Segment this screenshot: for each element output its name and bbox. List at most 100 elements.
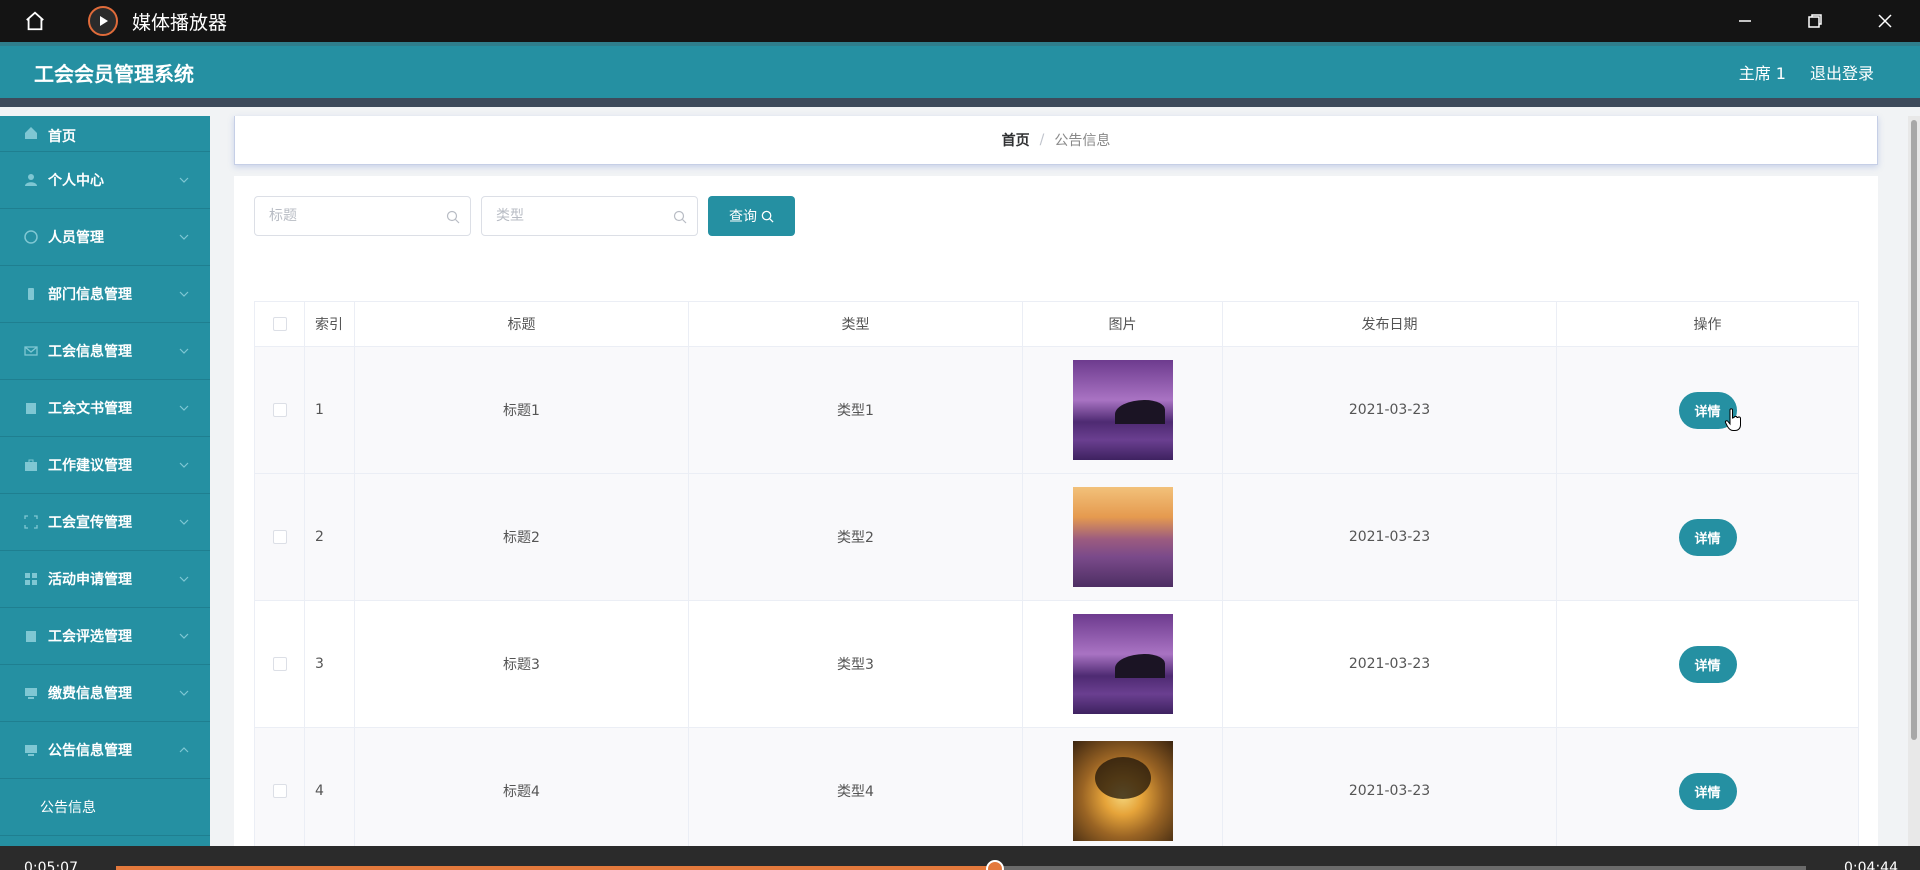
row-checkbox[interactable]: [272, 657, 287, 671]
row-date: 2021-03-23: [1222, 600, 1557, 728]
detail-button[interactable]: 详情: [1678, 518, 1737, 556]
row-image-cell: [1022, 346, 1223, 474]
breadcrumb: 首页 / 公告信息: [234, 116, 1878, 165]
row-action-cell: 详情: [1556, 473, 1859, 601]
table-row: 4 标题4 类型4 2021-03-23 详情: [254, 727, 1859, 855]
sidebar-item-payment-info[interactable]: 缴费信息管理: [0, 665, 210, 722]
chevron-down-icon: [179, 690, 189, 696]
row-type: 类型3: [688, 600, 1023, 728]
table-row: 2 标题2 类型2 2021-03-23 详情: [254, 473, 1859, 601]
vertical-scrollbar[interactable]: [1908, 116, 1920, 846]
query-button[interactable]: 查询: [708, 196, 795, 236]
detail-button[interactable]: 详情: [1678, 772, 1737, 810]
row-thumbnail-image: [1072, 487, 1173, 587]
row-action-cell: 详情: [1556, 346, 1859, 474]
sidebar-item-announcements[interactable]: 公告信息管理: [0, 722, 210, 779]
sidebar-item-union-publicity[interactable]: 工会宣传管理: [0, 494, 210, 551]
row-date: 2021-03-23: [1222, 727, 1557, 855]
briefcase-icon: [24, 458, 38, 472]
player-home-button[interactable]: [0, 0, 70, 42]
row-image-cell: [1022, 727, 1223, 855]
minimize-button[interactable]: [1710, 0, 1780, 42]
announcement-table: 索引 标题 类型 图片 发布日期 操作 1 标题1 类型1 2021-03-23…: [254, 301, 1859, 855]
header-date: 发布日期: [1222, 301, 1557, 347]
sidebar-item-personnel[interactable]: 人员管理: [0, 209, 210, 266]
select-all-checkbox[interactable]: [272, 317, 287, 331]
breadcrumb-current: 公告信息: [1054, 133, 1111, 149]
player-app-name: 媒体播放器: [132, 11, 228, 34]
row-title: 标题3: [354, 600, 689, 728]
row-select-cell: [254, 346, 305, 474]
chevron-down-icon: [179, 519, 189, 525]
table-row: 1 标题1 类型1 2021-03-23 详情: [254, 346, 1859, 474]
sidebar-item-department[interactable]: 部门信息管理: [0, 266, 210, 323]
title-search-field[interactable]: [254, 196, 471, 236]
scrollbar-thumb[interactable]: [1911, 120, 1917, 740]
chevron-down-icon: [179, 234, 189, 240]
detail-button[interactable]: 详情: [1678, 645, 1737, 683]
row-checkbox[interactable]: [272, 784, 287, 798]
sidebar-item-label: 活动申请管理: [48, 572, 132, 588]
type-search-field[interactable]: [481, 196, 698, 236]
sidebar-menu: 首页 个人中心 人员管理 部门信息管理 工会信息管理 工会文书管理 工作建议管理…: [0, 116, 210, 846]
app-header: 工会会员管理系统 主席 1 退出登录: [0, 42, 1920, 107]
query-button-label: 查询: [729, 209, 757, 225]
sidebar-subitem-announcement-info[interactable]: 公告信息: [0, 779, 210, 836]
sidebar-item-union-info[interactable]: 工会信息管理: [0, 323, 210, 380]
chevron-down-icon: [179, 405, 189, 411]
restore-icon: [1808, 14, 1822, 28]
sidebar-item-label: 工会宣传管理: [48, 515, 132, 531]
sidebar-item-union-selection[interactable]: 工会评选管理: [0, 608, 210, 665]
title-search-input[interactable]: [255, 197, 470, 235]
chevron-down-icon: [179, 462, 189, 468]
sidebar-item-home[interactable]: 首页: [0, 116, 210, 152]
search-bar: 查询: [254, 196, 795, 236]
row-select-cell: [254, 600, 305, 728]
breadcrumb-home-link[interactable]: 首页: [1002, 130, 1030, 150]
monitor-icon: [24, 743, 38, 757]
type-search-input[interactable]: [482, 197, 697, 235]
row-checkbox[interactable]: [272, 530, 287, 544]
elapsed-time: 0:05:07: [24, 860, 78, 870]
sidebar-item-label: 工会文书管理: [48, 401, 132, 417]
sidebar-item-label: 工会评选管理: [48, 629, 132, 645]
restore-button[interactable]: [1780, 0, 1850, 42]
sidebar-item-label: 部门信息管理: [48, 287, 132, 303]
table-row: 3 标题3 类型3 2021-03-23 详情: [254, 600, 1859, 728]
close-icon: [1878, 14, 1892, 28]
row-select-cell: [254, 727, 305, 855]
row-index: 1: [304, 346, 355, 474]
seek-handle[interactable]: [985, 860, 1004, 870]
monitor-icon: [24, 686, 38, 700]
sidebar-item-label: 公告信息管理: [48, 743, 132, 759]
row-type: 类型4: [688, 727, 1023, 855]
home-icon: [24, 126, 38, 140]
clipboard-icon: [24, 401, 38, 415]
sidebar-item-work-suggestions[interactable]: 工作建议管理: [0, 437, 210, 494]
row-index: 4: [304, 727, 355, 855]
row-thumbnail-image: [1072, 741, 1173, 841]
main-content: 首页 / 公告信息 查询 索: [210, 116, 1908, 856]
close-button[interactable]: [1850, 0, 1920, 42]
hand-cursor-icon: [1724, 408, 1741, 431]
mail-icon: [24, 344, 38, 358]
sidebar-item-personal-center[interactable]: 个人中心: [0, 152, 210, 209]
row-title: 标题1: [354, 346, 689, 474]
chevron-down-icon: [179, 348, 189, 354]
table-header-row: 索引 标题 类型 图片 发布日期 操作: [254, 301, 1859, 347]
sidebar-item-label: 工作建议管理: [48, 458, 132, 474]
clipboard-icon: [24, 629, 38, 643]
row-type: 类型1: [688, 346, 1023, 474]
header-image: 图片: [1022, 301, 1223, 347]
breadcrumb-separator: /: [1039, 132, 1045, 148]
sidebar-item-activity-applications[interactable]: 活动申请管理: [0, 551, 210, 608]
chevron-down-icon: [179, 633, 189, 639]
sidebar-item-union-documents[interactable]: 工会文书管理: [0, 380, 210, 437]
sidebar-item-label: 人员管理: [48, 230, 104, 246]
row-checkbox[interactable]: [272, 403, 287, 417]
row-action-cell: 详情: [1556, 600, 1859, 728]
system-title: 工会会员管理系统: [34, 61, 194, 86]
logout-link[interactable]: 退出登录: [1810, 60, 1874, 84]
sidebar-item-label: 工会信息管理: [48, 344, 132, 360]
grid-icon: [24, 572, 38, 586]
